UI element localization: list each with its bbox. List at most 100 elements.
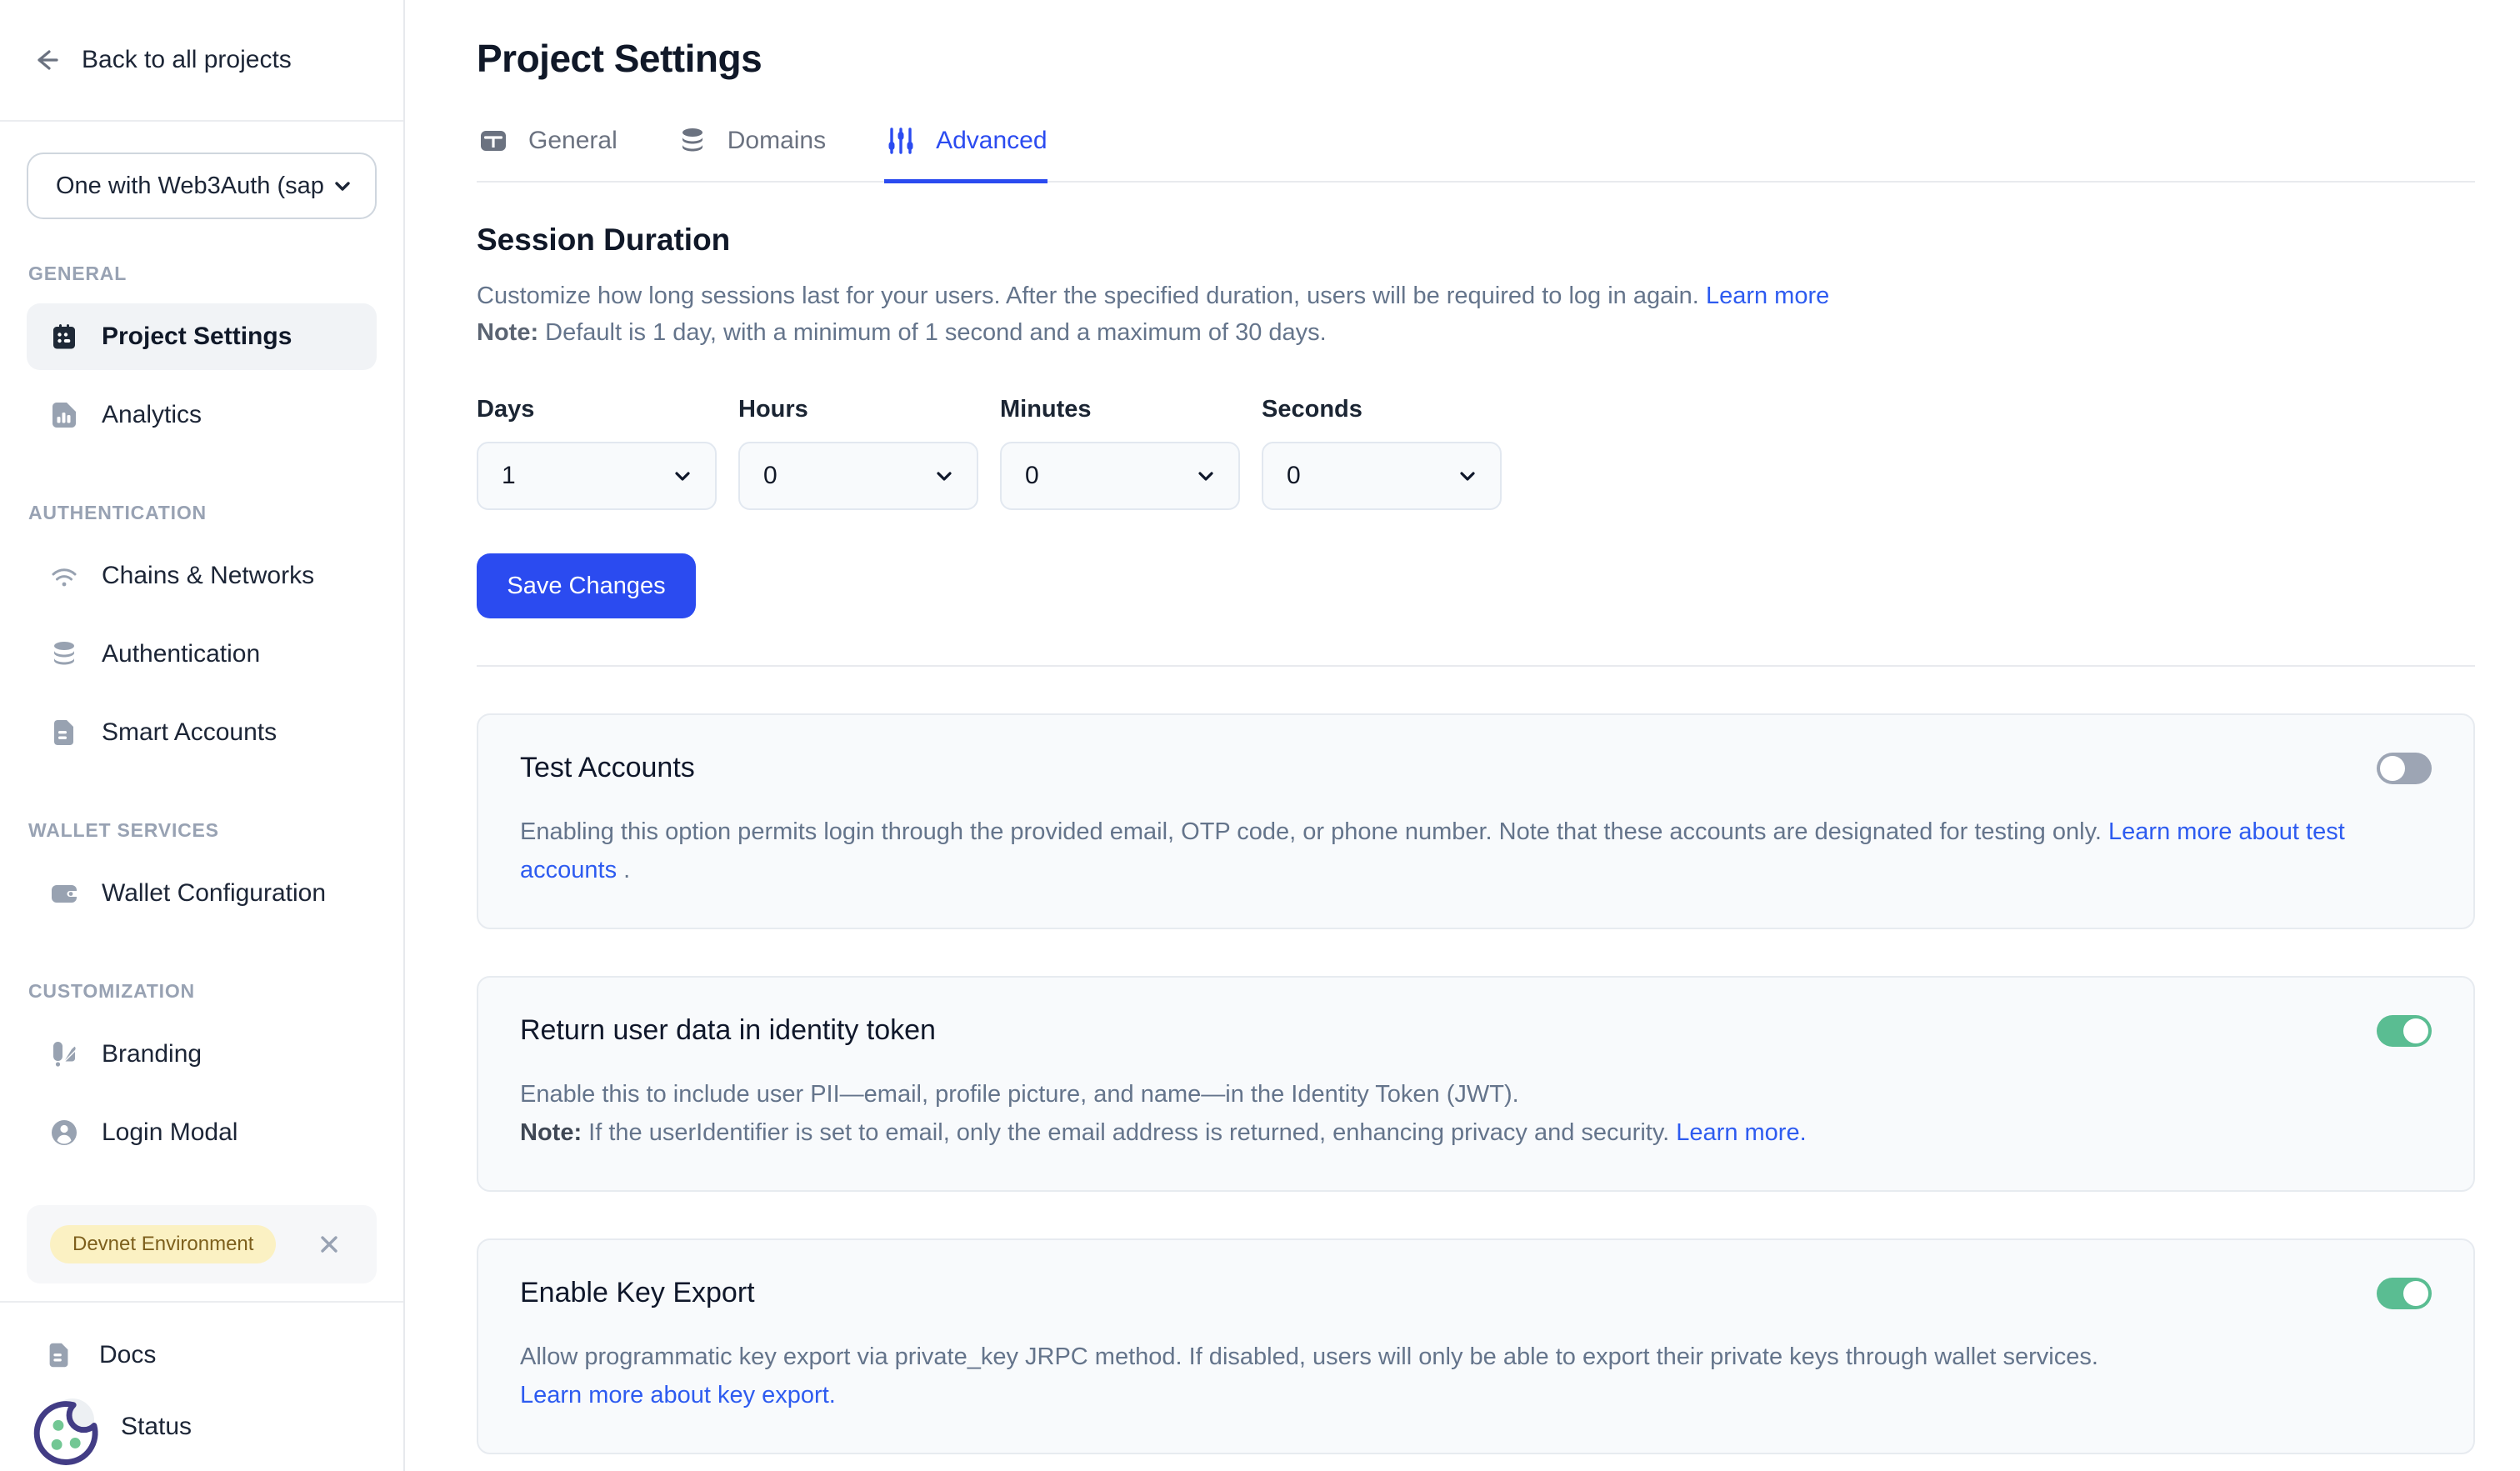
session-duration-description: Customize how long sessions last for you… [477,278,2475,351]
field-seconds: Seconds 0 [1262,396,1502,510]
back-arrow-icon [28,43,63,78]
sidebar-item-analytics[interactable]: Analytics [27,382,377,448]
tab-bar: General Domains Advanced [477,124,2475,183]
tab-general[interactable]: General [477,124,618,183]
days-select[interactable]: 1 [477,442,717,510]
save-changes-button[interactable]: Save Changes [477,553,696,618]
sidebar-item-label: Smart Accounts [102,718,277,747]
tab-label: General [528,127,618,155]
sidebar-item-chains-networks[interactable]: Chains & Networks [27,543,377,609]
test-accounts-card: Test Accounts Enabling this option permi… [477,713,2475,929]
hours-value: 0 [763,462,778,490]
card-text-after: . [617,857,630,883]
card-title: Return user data in identity token [520,1014,936,1047]
chevron-down-icon [933,465,955,487]
sidebar-section-general: GENERAL [28,263,377,285]
hours-select[interactable]: 0 [738,442,978,510]
sidebar-section-customization: CUSTOMIZATION [28,980,377,1003]
sidebar-item-label: Login Modal [102,1118,238,1147]
identity-token-learn-more-link[interactable]: Learn more. [1676,1119,1806,1146]
wifi-icon [48,560,80,592]
wallet-icon [48,878,80,909]
duration-fields: Days 1 Hours 0 Minutes 0 [477,396,2475,510]
status-cookie-icon[interactable] [29,1390,106,1467]
close-icon[interactable] [315,1230,343,1258]
sidebar-section-wallet-services: WALLET SERVICES [28,819,377,842]
field-days: Days 1 [477,396,717,510]
chevron-down-icon [330,173,355,198]
docs-icon [44,1340,74,1370]
clipboard-icon [48,321,80,353]
table-icon [477,124,510,158]
test-accounts-toggle[interactable] [2377,753,2432,784]
hours-label: Hours [738,396,978,423]
user-circle-icon [48,1117,80,1148]
session-description-text: Customize how long sessions last for you… [477,283,1699,309]
sidebar-item-status[interactable]: Status [27,1391,377,1463]
field-minutes: Minutes 0 [1000,396,1240,510]
sidebar-item-label: Status [121,1413,192,1441]
minutes-label: Minutes [1000,396,1240,423]
sidebar-item-wallet-configuration[interactable]: Wallet Configuration [27,860,377,927]
key-export-learn-more-link[interactable]: Learn more about key export. [520,1382,836,1408]
card-line1: Allow programmatic key export via privat… [520,1338,2432,1376]
card-text: Enabling this option permits login throu… [520,818,2108,845]
sidebar-item-branding[interactable]: Branding [27,1021,377,1088]
minutes-select[interactable]: 0 [1000,442,1240,510]
environment-card: Devnet Environment [27,1205,377,1283]
sidebar-item-label: Docs [99,1341,156,1369]
card-line2: If the userIdentifier is set to email, o… [582,1119,1676,1146]
tab-advanced[interactable]: Advanced [884,124,1047,183]
session-duration-heading: Session Duration [477,223,2475,258]
chevron-down-icon [672,465,693,487]
branding-icon [48,1038,80,1070]
identity-token-card: Return user data in identity token Enabl… [477,976,2475,1192]
sidebar-item-docs[interactable]: Docs [27,1319,377,1391]
card-description: Enabling this option permits login throu… [520,813,2432,889]
sidebar-item-authentication[interactable]: Authentication [27,621,377,688]
card-description: Enable this to include user PII—email, p… [520,1075,2432,1152]
seconds-value: 0 [1287,462,1301,490]
sidebar-item-label: Chains & Networks [102,562,314,590]
project-selector-dropdown[interactable]: One with Web3Auth (sap [27,153,377,219]
section-divider [477,665,2475,667]
sidebar-item-login-modal[interactable]: Login Modal [27,1099,377,1166]
session-note-label: Note: [477,319,538,346]
page-title: Project Settings [477,36,2475,81]
sidebar-item-smart-accounts[interactable]: Smart Accounts [27,699,377,766]
sidebar: Back to all projects One with Web3Auth (… [0,0,405,1471]
session-learn-more-link[interactable]: Learn more [1706,283,1829,309]
document-icon [48,717,80,748]
tab-label: Domains [728,127,826,155]
card-note-label: Note: [520,1119,582,1146]
toggle-knob [2403,1281,2428,1306]
chevron-down-icon [1457,465,1478,487]
days-label: Days [477,396,717,423]
card-title: Enable Key Export [520,1277,755,1309]
toggle-knob [2403,1018,2428,1043]
card-line1: Enable this to include user PII—email, p… [520,1075,2432,1113]
environment-badge: Devnet Environment [50,1225,276,1263]
sidebar-item-label: Wallet Configuration [102,879,326,908]
field-hours: Hours 0 [738,396,978,510]
minutes-value: 0 [1025,462,1039,490]
sidebar-item-project-settings[interactable]: Project Settings [27,303,377,370]
back-to-projects-link[interactable]: Back to all projects [0,0,403,122]
tab-label: Advanced [936,127,1047,155]
sliders-icon [884,124,918,158]
analytics-icon [48,399,80,431]
identity-token-toggle[interactable] [2377,1015,2432,1047]
card-title: Test Accounts [520,752,695,784]
sidebar-item-label: Authentication [102,640,260,668]
back-to-projects-label: Back to all projects [82,46,292,74]
sidebar-item-label: Analytics [102,401,202,429]
session-note-text: Default is 1 day, with a minimum of 1 se… [538,319,1327,346]
tab-domains[interactable]: Domains [676,124,826,183]
sidebar-section-authentication: AUTHENTICATION [28,502,377,524]
days-value: 1 [502,462,516,490]
chevron-down-icon [1195,465,1217,487]
seconds-select[interactable]: 0 [1262,442,1502,510]
database-icon [48,638,80,670]
key-export-toggle[interactable] [2377,1278,2432,1309]
seconds-label: Seconds [1262,396,1502,423]
